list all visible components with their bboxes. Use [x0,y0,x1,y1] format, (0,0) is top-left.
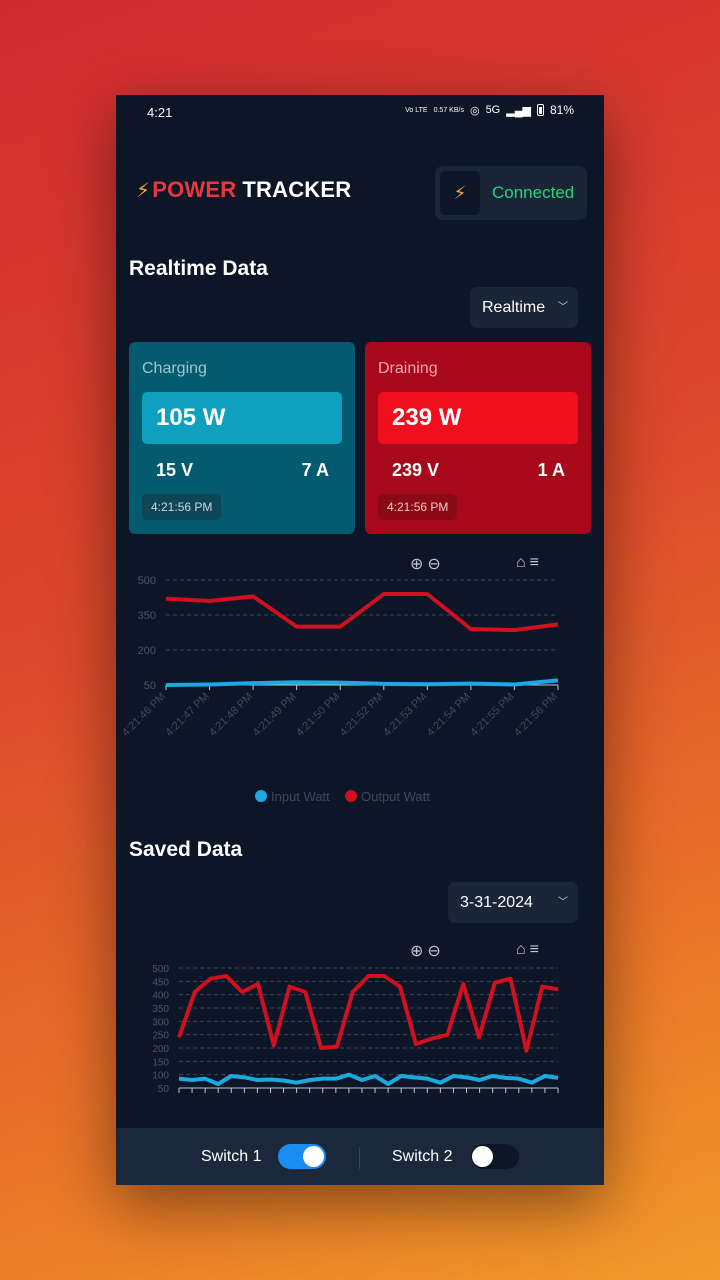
legend-marker [255,790,267,802]
charging-volts: 15 V [156,460,194,480]
realtime-chart: 50 200 350 500 4:21:46 PM4:21:47 PM4:21:48 P… [120,575,560,804]
draining-volts: 239 V [392,460,440,480]
battery-percent: 81% [549,103,574,117]
y-tick-label: 50 [158,1084,170,1095]
signal-icon: ▂▄▆ [506,104,531,117]
x-tick-label: 4:21:47 PM [163,691,211,739]
saved-chart: 50 100 150 200 250 300 350 400 450 500 [152,964,559,1095]
y-tick-label: 350 [138,610,156,622]
input-watt-series [178,1072,559,1086]
chevron-down-icon: ﹀ [558,897,568,908]
charging-watts: 105 W [142,392,342,444]
x-tick-label: 4:21:48 PM [207,691,255,739]
y-tick-label: 200 [152,1044,169,1055]
x-tick-label: 4:21:46 PM [120,691,168,739]
draining-watts: 239 W [378,392,578,444]
y-tick-label: 50 [144,680,156,692]
y-tick-label: 500 [138,575,156,587]
switch2-label: Switch 2 [392,1148,453,1165]
y-tick-label: 150 [152,1057,169,1068]
output-watt-series [165,592,559,633]
charging-card: Charging 105 W 15 V 7 A 4:21:56 PM [129,342,355,534]
status-time: 4:21 [147,105,173,120]
y-tick-label: 100 [152,1071,169,1082]
x-tick-label: 4:21:50 PM [294,691,342,739]
connection-status: Connected [492,183,575,202]
toggle-knob [472,1146,493,1167]
logo-text-power: POWER [152,177,237,202]
saved-date-value: 3-31-2024 [460,893,533,911]
y-tick-label: 250 [152,1031,169,1042]
charging-amps: 7 A [301,460,329,480]
app-header: ⚡ POWER TRACKER ⚡ Connected [136,166,588,235]
output-watt-series [177,974,559,1053]
input-watt-series [165,678,559,687]
legend-label: Input Watt [271,789,330,804]
legend-marker [345,790,357,802]
x-tick-label: 4:21:49 PM [251,691,299,739]
lightning-icon: ⚡ [136,179,151,202]
lightning-icon: ⚡ [440,171,480,215]
switch-bar: Switch 1 Switch 2 [116,1128,604,1185]
draining-amps: 1 A [537,460,565,480]
y-tick-label: 350 [152,1004,169,1015]
battery-icon [536,104,544,116]
phone-screen: 4:21 Vo LTE 0.57 KB/s ◎ 5G ▂▄▆ 81% ⚡ POW… [116,95,604,1185]
chevron-down-icon: ﹀ [558,302,568,313]
switch2-toggle[interactable] [471,1144,519,1169]
y-tick-label: 450 [152,977,169,988]
net-speed: 0.57 KB/s [433,106,464,114]
switch1-label: Switch 1 [201,1148,262,1165]
status-bar: 4:21 Vo LTE 0.57 KB/s ◎ 5G ▂▄▆ 81% [116,95,604,131]
y-tick-label: 300 [152,1017,169,1028]
realtime-mode-select[interactable]: Realtime ﹀ [470,287,578,328]
connection-button[interactable]: ⚡ Connected [435,166,587,220]
y-tick-label: 500 [152,964,169,975]
y-tick-label: 400 [152,991,169,1002]
saved-title: Saved Data [129,838,243,861]
draining-card: Draining 239 W 239 V 1 A 4:21:56 PM [365,342,591,534]
charging-title: Charging [142,360,207,377]
legend-label: Output Watt [361,789,430,804]
x-tick-label: 4:21:55 PM [468,691,516,739]
hotspot-icon: ◎ [469,104,480,117]
draining-title: Draining [378,360,438,377]
realtime-title: Realtime Data [129,257,268,280]
draining-timestamp: 4:21:56 PM [378,494,458,520]
divider [359,1147,360,1169]
y-tick-label: 200 [138,645,156,657]
toggle-knob [303,1146,324,1167]
x-tick-label: 4:21:53 PM [381,691,429,739]
volte-icon: Vo LTE [405,106,428,114]
status-icons: Vo LTE 0.57 KB/s ◎ 5G ▂▄▆ 81% [405,103,574,117]
network-type: 5G [485,104,501,116]
charging-timestamp: 4:21:56 PM [142,494,222,520]
switch1-toggle[interactable] [278,1144,326,1169]
realtime-mode-value: Realtime [482,298,546,316]
app-logo: ⚡ POWER TRACKER [136,177,351,203]
x-tick-label: 4:21:52 PM [338,691,386,739]
logo-text-tracker: TRACKER [242,177,352,202]
x-tick-label: 4:21:54 PM [425,691,473,739]
saved-date-select[interactable]: 3-31-2024 ﹀ [448,882,578,923]
x-tick-label: 4:21:56 PM [512,691,560,739]
